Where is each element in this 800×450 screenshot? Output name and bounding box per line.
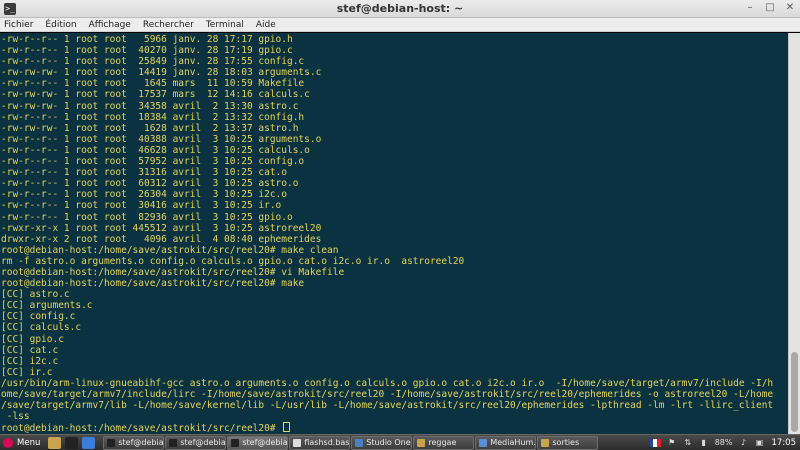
taskbar-task-button[interactable]: flashsd.bas... bbox=[289, 435, 351, 450]
taskbar-task-button[interactable]: Studio One... bbox=[351, 435, 413, 450]
task-label: stef@debia... bbox=[242, 437, 288, 447]
terminal-line: root@debian-host:/home/save/astrokit/src… bbox=[1, 266, 345, 278]
scrollbar-thumb[interactable] bbox=[791, 352, 798, 432]
task-app-icon bbox=[355, 438, 364, 447]
terminal-prompt-line[interactable]: root@debian-host:/home/save/astrokit/src… bbox=[1, 422, 788, 434]
terminal-line: -rw-r--r-- 1 root root 60312 avril 3 10:… bbox=[1, 178, 299, 190]
terminal-line: -rw-r--r-- 1 root root 40388 avril 3 10:… bbox=[1, 133, 322, 145]
close-button[interactable]: ✕ bbox=[784, 2, 796, 14]
terminal-line: [CC] astro.c bbox=[1, 289, 70, 301]
taskbar: Menu stef@debia...stef@debia...stef@debi… bbox=[0, 434, 800, 450]
terminal-line: -rw-rw-rw- 1 root root 14419 janv. 28 18… bbox=[1, 67, 322, 79]
terminal-line: [CC] calculs.c bbox=[1, 322, 82, 334]
terminal-line: -rwxr-xr-x 1 root root 445512 avril 3 10… bbox=[1, 222, 322, 234]
terminal-line: -rw-r--r-- 1 root root 1645 mars 11 10:5… bbox=[1, 78, 305, 90]
terminal-line: -rw-r--r-- 1 root root 46628 avril 3 10:… bbox=[1, 144, 310, 156]
terminal-line: -rw-rw-rw- 1 root root 1628 avril 2 13:3… bbox=[1, 122, 299, 134]
terminal-line: /usr/bin/arm-linux-gnueabihf-gcc astro.o… bbox=[1, 377, 774, 389]
terminal-line: -rw-rw-rw- 1 root root 17537 mars 12 14:… bbox=[1, 89, 310, 101]
start-menu-button[interactable]: Menu bbox=[0, 435, 46, 450]
window-titlebar[interactable]: >_ stef@debian-host: ~ – □ ✕ bbox=[0, 0, 800, 18]
terminal-line: [CC] cat.c bbox=[1, 344, 59, 356]
task-list: stef@debia... stef@debia... stef@debia... f… bbox=[103, 435, 599, 450]
keyboard-layout-fr-icon[interactable] bbox=[649, 438, 661, 447]
terminal-line: -rw-r--r-- 1 root root 18384 avril 2 13:… bbox=[1, 111, 305, 123]
terminal-line: [CC] arguments.c bbox=[1, 300, 93, 312]
terminal-line: rm -f astro.o arguments.o config.o calcu… bbox=[1, 255, 465, 267]
terminal-line: -rw-r--r-- 1 root root 30416 avril 3 10:… bbox=[1, 200, 282, 212]
terminal-launcher-icon[interactable] bbox=[65, 436, 79, 449]
terminal-line: -rw-r--r-- 1 root root 25849 janv. 28 17… bbox=[1, 56, 305, 68]
terminal-cursor bbox=[283, 422, 291, 433]
task-label: sorties bbox=[552, 437, 580, 447]
maximize-button[interactable]: □ bbox=[764, 2, 776, 14]
menu-rechercher[interactable]: Rechercher bbox=[143, 20, 194, 30]
task-label: flashsd.bas... bbox=[304, 437, 350, 447]
taskbar-task-button[interactable]: MediaHum... bbox=[475, 435, 537, 450]
debian-logo-icon bbox=[3, 437, 13, 448]
terminal-line: -rw-r--r-- 1 root root 26304 avril 3 10:… bbox=[1, 189, 287, 201]
terminal-line: -rw-rw-rw- 1 root root 34358 avril 2 13:… bbox=[1, 100, 299, 112]
minimize-button[interactable]: – bbox=[744, 2, 756, 14]
battery-icon[interactable]: ▮ bbox=[699, 438, 709, 448]
menu-edition[interactable]: Édition bbox=[45, 20, 76, 30]
battery-level: 88% bbox=[714, 438, 733, 447]
terminal-line: /save/target/armv7/lib -L/home/save/kern… bbox=[1, 400, 774, 412]
terminal-line: -rw-r--r-- 1 root root 31316 avril 3 10:… bbox=[1, 167, 287, 179]
taskbar-task-button[interactable]: stef@debia... bbox=[165, 435, 227, 450]
terminal-line: -rw-r--r-- 1 root root 40270 janv. 28 17… bbox=[1, 45, 293, 57]
terminal-output[interactable]: -rw-r--r-- 1 root root 5966 janv. 28 17:… bbox=[0, 33, 788, 434]
task-label: Studio One... bbox=[366, 437, 411, 447]
terminal-line: [CC] ir.c bbox=[1, 366, 53, 378]
terminal-line: [CC] config.c bbox=[1, 311, 76, 323]
terminal-line: -rw-r--r-- 1 root root 82936 avril 3 10:… bbox=[1, 211, 293, 223]
window-title: stef@debian-host: ~ bbox=[336, 2, 464, 15]
task-label: reggae bbox=[428, 437, 457, 447]
menu-fichier[interactable]: Fichier bbox=[4, 20, 33, 30]
screenshot-icon[interactable]: ▣ bbox=[755, 438, 765, 448]
task-app-icon bbox=[169, 438, 178, 447]
clock[interactable]: 17:05 bbox=[772, 438, 797, 448]
terminal-line: [CC] i2c.c bbox=[1, 355, 59, 367]
task-label: stef@debia... bbox=[118, 437, 164, 447]
task-app-icon bbox=[107, 438, 116, 447]
task-app-icon bbox=[479, 438, 488, 447]
taskbar-task-button[interactable]: stef@debia... bbox=[227, 435, 289, 450]
terminal-line: ome/save/target/armv7/include/lirc -I/ho… bbox=[1, 389, 774, 400]
terminal-line: -lss bbox=[1, 411, 30, 423]
system-tray: ⚑ ⇅ ▮ 88% ♪ ▣ 17:05 bbox=[647, 438, 800, 448]
terminal-line: [CC] gpio.c bbox=[1, 333, 64, 345]
network-icon[interactable]: ⇅ bbox=[683, 438, 693, 448]
task-app-icon bbox=[417, 438, 426, 447]
task-label: stef@debia... bbox=[180, 437, 226, 447]
task-label: MediaHum... bbox=[490, 437, 537, 447]
terminal-prompt: root@debian-host:/home/save/astrokit/src… bbox=[1, 423, 282, 434]
terminal-line: drwxr-xr-x 2 root root 4096 avril 4 08:4… bbox=[1, 233, 322, 245]
task-app-icon bbox=[541, 438, 550, 447]
menu-affichage[interactable]: Affichage bbox=[89, 20, 131, 30]
terminal-line: -rw-r--r-- 1 root root 57952 avril 3 10:… bbox=[1, 156, 305, 168]
menu-aide[interactable]: Aide bbox=[256, 20, 276, 30]
files-launcher-icon[interactable] bbox=[48, 436, 62, 449]
task-app-icon bbox=[293, 438, 302, 447]
notification-icon[interactable]: ⚑ bbox=[667, 438, 677, 448]
taskbar-task-button[interactable]: reggae bbox=[413, 435, 475, 450]
terminal-line: -rw-r--r-- 1 root root 5966 janv. 28 17:… bbox=[1, 34, 293, 45]
menubar: Fichier Édition Affichage Rechercher Ter… bbox=[0, 18, 800, 32]
terminal-line: root@debian-host:/home/save/astrokit/src… bbox=[1, 244, 339, 256]
terminal-line: root@debian-host:/home/save/astrokit/src… bbox=[1, 278, 305, 290]
taskbar-task-button[interactable]: sorties bbox=[537, 435, 599, 450]
menu-terminal[interactable]: Terminal bbox=[206, 20, 244, 30]
volume-icon[interactable]: ♪ bbox=[739, 438, 749, 448]
browser-launcher-icon[interactable] bbox=[82, 436, 96, 449]
terminal-scrollbar[interactable] bbox=[788, 33, 800, 434]
start-menu-label: Menu bbox=[17, 437, 41, 448]
taskbar-task-button[interactable]: stef@debia... bbox=[103, 435, 165, 450]
task-app-icon bbox=[231, 438, 240, 447]
